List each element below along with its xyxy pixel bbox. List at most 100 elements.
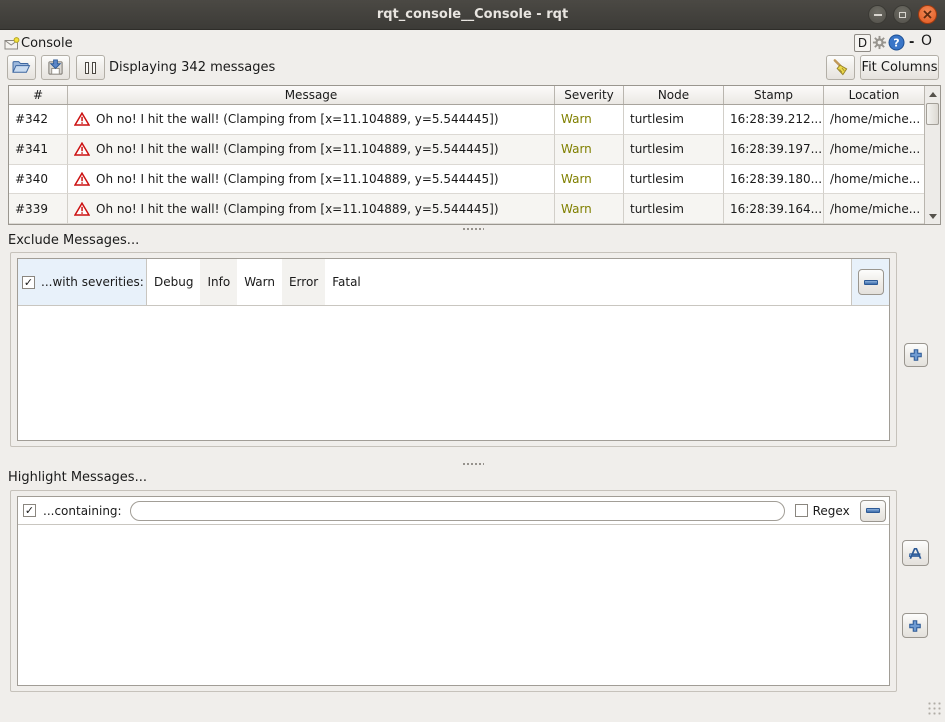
cell-location: /home/miche...	[824, 165, 924, 195]
cell-message: Oh no! I hit the wall! (Clamping from [x…	[68, 135, 555, 165]
svg-text:?: ?	[893, 37, 899, 50]
highlight-groupbox: ✓ ...containing: Regex	[10, 490, 897, 692]
exclude-severity-filter-row[interactable]: ✓ ...with severities: Debug Info Warn Er…	[18, 259, 889, 306]
cell-location: /home/miche...	[824, 135, 924, 165]
help-icon[interactable]: ?	[888, 34, 905, 55]
highlight-section-label: Highlight Messages...	[8, 470, 147, 485]
cell-stamp: 16:28:39.164...	[724, 194, 824, 224]
remove-exclude-filter-button[interactable]	[858, 269, 884, 295]
cell-severity: Warn	[555, 194, 624, 224]
regex-label: Regex	[813, 504, 850, 518]
console-icon	[4, 36, 20, 55]
check-icon: ✓	[24, 277, 33, 288]
window-close-button[interactable]	[918, 5, 937, 24]
arrow-down-icon	[929, 214, 937, 219]
cell-num: #340	[9, 165, 68, 195]
message-table[interactable]: # Message Severity Node Stamp Location #…	[8, 85, 941, 225]
scroll-down-button[interactable]	[925, 208, 940, 224]
highlight-containing-checkbox[interactable]: ✓	[23, 504, 36, 517]
containing-text-input[interactable]	[130, 501, 785, 521]
exclude-section-label: Exclude Messages...	[8, 233, 139, 248]
message-text: Oh no! I hit the wall! (Clamping from [x…	[96, 112, 499, 126]
settings-gear-icon[interactable]	[872, 35, 887, 54]
severity-item-warn[interactable]: Warn	[237, 259, 282, 305]
dock-button[interactable]: D	[854, 34, 871, 52]
scroll-up-button[interactable]	[925, 86, 940, 102]
highlight-filter-list[interactable]: ✓ ...containing: Regex	[17, 496, 890, 686]
clear-messages-button[interactable]	[826, 55, 855, 80]
highlighter-icon	[907, 546, 924, 561]
splitter-handle[interactable]	[462, 462, 484, 466]
cell-stamp: 16:28:39.180...	[724, 165, 824, 195]
table-row[interactable]: #342 Oh no! I hit the wall! (Clamping fr…	[9, 105, 924, 135]
cell-node: turtlesim	[624, 135, 724, 165]
cell-message: Oh no! I hit the wall! (Clamping from [x…	[68, 165, 555, 195]
scrollbar-thumb[interactable]	[926, 103, 939, 125]
exclude-filter-enable-cell: ✓ ...with severities:	[18, 259, 147, 305]
highlight-containing-filter-row[interactable]: ✓ ...containing: Regex	[18, 497, 889, 525]
severity-list[interactable]: Debug Info Warn Error Fatal	[147, 259, 368, 305]
panel-minimize-button[interactable]: -	[909, 35, 914, 50]
cell-location: /home/miche...	[824, 194, 924, 224]
window-minimize-button[interactable]	[868, 5, 887, 24]
minimize-icon	[874, 14, 882, 16]
window-titlebar[interactable]: rqt_console__Console - rqt	[0, 0, 945, 30]
cell-node: turtlesim	[624, 165, 724, 195]
cell-stamp: 16:28:39.212...	[724, 105, 824, 135]
splitter-handle[interactable]	[462, 227, 484, 231]
pause-icon	[85, 62, 96, 74]
column-header-severity[interactable]: Severity	[555, 86, 624, 104]
message-count-status: Displaying 342 messages	[109, 60, 275, 75]
table-row[interactable]: #340 Oh no! I hit the wall! (Clamping fr…	[9, 165, 924, 195]
column-header-message[interactable]: Message	[68, 86, 555, 104]
cell-num: #341	[9, 135, 68, 165]
cell-location: /home/miche...	[824, 105, 924, 135]
window-maximize-button[interactable]	[893, 5, 912, 24]
message-table-main: # Message Severity Node Stamp Location #…	[9, 86, 924, 224]
minus-icon	[864, 280, 878, 285]
fit-columns-button[interactable]: Fit Columns	[860, 55, 939, 80]
cell-node: turtlesim	[624, 194, 724, 224]
with-severities-label: ...with severities:	[41, 275, 144, 289]
open-folder-icon	[12, 59, 31, 76]
column-header-node[interactable]: Node	[624, 86, 724, 104]
table-row[interactable]: #341 Oh no! I hit the wall! (Clamping fr…	[9, 135, 924, 165]
warning-icon	[74, 112, 90, 126]
exclude-filter-list[interactable]: ✓ ...with severities: Debug Info Warn Er…	[17, 258, 890, 441]
severity-item-fatal[interactable]: Fatal	[325, 259, 368, 305]
regex-checkbox[interactable]	[795, 504, 808, 517]
cell-node: turtlesim	[624, 105, 724, 135]
maximize-icon	[899, 12, 906, 18]
minus-icon	[866, 508, 880, 513]
message-text: Oh no! I hit the wall! (Clamping from [x…	[96, 202, 499, 216]
exclude-severity-checkbox[interactable]: ✓	[22, 276, 35, 289]
plus-icon	[909, 348, 923, 362]
exclude-remove-cell	[851, 259, 889, 305]
highlight-mode-button[interactable]	[902, 540, 929, 566]
pause-button[interactable]	[76, 55, 105, 80]
table-row[interactable]: #339 Oh no! I hit the wall! (Clamping fr…	[9, 194, 924, 224]
severity-item-info[interactable]: Info	[200, 259, 237, 305]
add-highlight-filter-button[interactable]	[902, 613, 928, 638]
load-messages-button[interactable]	[7, 55, 36, 80]
window-resize-grip[interactable]	[927, 701, 941, 717]
column-header-location[interactable]: Location	[824, 86, 924, 104]
warning-icon	[74, 202, 90, 216]
remove-highlight-filter-button[interactable]	[860, 500, 886, 522]
severity-item-error[interactable]: Error	[282, 259, 325, 305]
panel-close-button[interactable]: O	[921, 33, 932, 49]
severity-item-debug[interactable]: Debug	[147, 259, 200, 305]
cell-stamp: 16:28:39.197...	[724, 135, 824, 165]
message-text: Oh no! I hit the wall! (Clamping from [x…	[96, 142, 499, 156]
add-exclude-filter-button[interactable]	[904, 343, 928, 367]
column-header-num[interactable]: #	[9, 86, 68, 104]
save-messages-button[interactable]	[41, 55, 70, 80]
save-icon	[46, 59, 65, 76]
window-title: rqt_console__Console - rqt	[0, 0, 945, 30]
table-scrollbar[interactable]	[924, 86, 940, 224]
column-header-stamp[interactable]: Stamp	[724, 86, 824, 104]
cell-num: #339	[9, 194, 68, 224]
table-header[interactable]: # Message Severity Node Stamp Location	[9, 86, 924, 105]
cell-severity: Warn	[555, 105, 624, 135]
close-icon	[923, 10, 932, 19]
